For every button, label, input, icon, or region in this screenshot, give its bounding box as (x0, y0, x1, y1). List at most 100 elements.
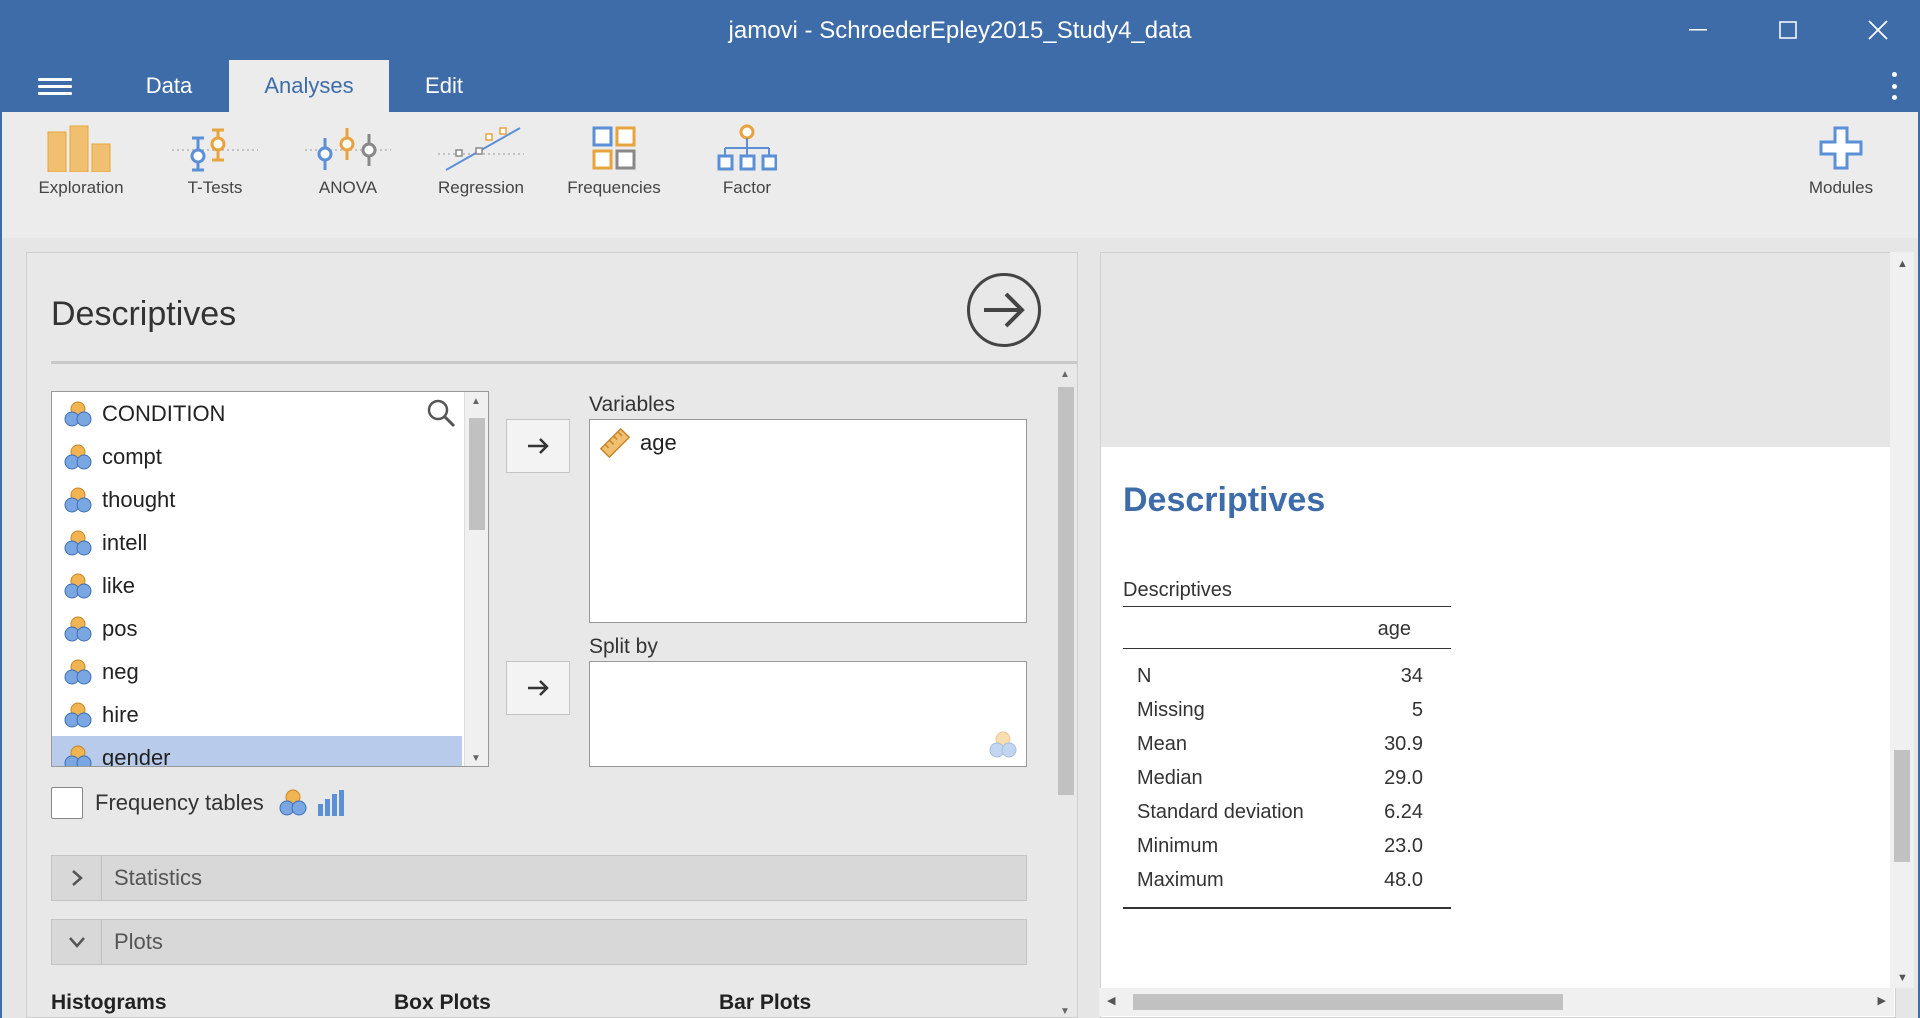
histograms-heading: Histograms (51, 991, 167, 1014)
anova-label: ANOVA (318, 178, 378, 197)
options-panel: Descriptives CONDITION compt thought int… (26, 252, 1078, 1018)
frequency-tables-label: Frequency tables (95, 790, 264, 815)
variable-name: gender (102, 744, 171, 767)
nominal-variable-icon (64, 745, 92, 766)
statistics-label: Statistics (114, 865, 203, 890)
results-heading[interactable]: Descriptives (1123, 481, 1325, 520)
header-divider (51, 361, 1077, 364)
results-horizontal-scrollbar[interactable]: ◀ ▶ (1099, 988, 1894, 1016)
row-label: Minimum (1137, 835, 1219, 857)
move-to-variables-button[interactable] (506, 419, 570, 473)
bar-plots-heading: Bar Plots (719, 991, 812, 1014)
split-by-target-box[interactable] (589, 661, 1027, 767)
table-row: N 34 (1123, 659, 1451, 693)
scrollbar-thumb[interactable] (1133, 994, 1563, 1010)
plots-section-header[interactable]: Plots (51, 919, 1027, 965)
variable-name: compt (102, 443, 162, 469)
plus-icon (1819, 126, 1863, 170)
row-label: Missing (1137, 699, 1205, 721)
close-icon (1868, 20, 1888, 40)
nominal-variable-icon (64, 616, 92, 641)
arrow-right-icon (528, 680, 549, 696)
chevron-right-icon (52, 855, 102, 901)
options-title: Descriptives (51, 295, 237, 333)
exploration-label: Exploration (38, 178, 124, 197)
scroll-down-arrow-icon[interactable]: ▼ (471, 753, 481, 764)
assigned-variable[interactable]: age (600, 428, 677, 458)
scroll-left-arrow-icon[interactable]: ◀ (1107, 994, 1115, 1007)
nominal-variable-icon (64, 401, 92, 426)
table-row: Median 29.0 (1123, 761, 1451, 795)
t-tests-icon (172, 128, 258, 172)
descriptives-table[interactable]: Descriptives age N 34 Missing 5 Mean 30.9 M… (1123, 573, 1451, 909)
scroll-up-arrow-icon[interactable]: ▲ (1060, 369, 1070, 380)
results-previous-area (1101, 253, 1895, 447)
list-item[interactable]: pos (52, 607, 462, 650)
t-tests-button[interactable]: T-Tests (150, 124, 280, 224)
statistics-section-header[interactable]: Statistics (51, 855, 1027, 901)
tab-edit[interactable]: Edit (398, 60, 490, 112)
factor-button[interactable]: Factor (682, 124, 812, 224)
scroll-right-arrow-icon[interactable]: ▶ (1878, 994, 1886, 1007)
row-label: Maximum (1137, 869, 1224, 891)
regression-button[interactable]: Regression (416, 124, 546, 224)
exploration-button[interactable]: Exploration (16, 124, 146, 224)
tab-data[interactable]: Data (118, 60, 220, 112)
variable-name: intell (102, 529, 148, 555)
nominal-variable-icon (989, 731, 1017, 758)
table-header: age (1123, 607, 1451, 649)
row-value: 29.0 (1384, 767, 1423, 789)
variable-list-scrollbar[interactable]: ▲ ▼ (464, 392, 488, 766)
modules-button[interactable]: Modules (1776, 124, 1906, 224)
scroll-down-arrow-icon[interactable]: ▼ (1060, 1006, 1070, 1017)
move-to-split-by-button[interactable] (506, 661, 570, 715)
row-label: Median (1137, 767, 1203, 789)
title-bar: jamovi - SchroederEpley2015_Study4_data (0, 0, 1920, 60)
maximize-button[interactable] (1768, 12, 1808, 48)
factor-icon (717, 124, 777, 171)
options-scrollbar[interactable]: ▲ ▼ (1055, 365, 1077, 1017)
frequency-tables-checkbox[interactable] (51, 787, 83, 819)
frequency-tables-option: Frequency tables (51, 785, 346, 821)
scrollbar-thumb[interactable] (1058, 387, 1074, 795)
hamburger-menu-icon[interactable] (38, 74, 72, 100)
nominal-variable-icon (64, 530, 92, 555)
table-body: N 34 Missing 5 Mean 30.9 Median 29.0 Standar… (1123, 649, 1451, 909)
analyses-ribbon: Exploration T-Tests ANOVA Regression Fre… (0, 112, 1920, 238)
variables-target-box[interactable]: age (589, 419, 1027, 623)
row-value: 30.9 (1384, 733, 1423, 755)
main-area: Descriptives CONDITION compt thought int… (0, 238, 1920, 1018)
column-header-age: age (1377, 618, 1411, 640)
anova-button[interactable]: ANOVA (283, 124, 413, 224)
list-item[interactable]: hire (52, 693, 462, 736)
hide-options-button[interactable] (967, 273, 1041, 347)
scrollbar-thumb[interactable] (1894, 750, 1910, 862)
variable-name: like (102, 572, 136, 598)
t-tests-label: T-Tests (187, 178, 243, 197)
list-item-selected[interactable]: gender (52, 736, 462, 767)
list-item[interactable]: CONDITION (52, 392, 462, 435)
scroll-up-arrow-icon[interactable]: ▲ (471, 396, 481, 407)
variable-name: thought (102, 486, 176, 512)
minimize-button[interactable] (1678, 12, 1718, 48)
scroll-up-arrow-icon[interactable]: ▲ (1897, 258, 1908, 270)
list-item[interactable]: intell (52, 521, 462, 564)
arrow-right-icon (528, 438, 549, 454)
row-value: 5 (1411, 699, 1423, 721)
list-item[interactable]: compt (52, 435, 462, 478)
list-item[interactable]: thought (52, 478, 462, 521)
box-plots-heading: Box Plots (394, 991, 491, 1014)
nominal-variable-icon (64, 702, 92, 727)
search-icon[interactable] (426, 398, 456, 428)
more-options-icon[interactable] (1890, 72, 1898, 100)
results-vertical-scrollbar[interactable]: ▲ ▼ (1890, 252, 1914, 988)
list-item[interactable]: like (52, 564, 462, 607)
list-item[interactable]: neg (52, 650, 462, 693)
variable-list[interactable]: CONDITION compt thought intell like pos (51, 391, 489, 767)
minimize-icon (1689, 29, 1707, 31)
tab-analyses[interactable]: Analyses (229, 60, 389, 112)
close-button[interactable] (1858, 12, 1898, 48)
scrollbar-thumb[interactable] (469, 418, 485, 530)
scroll-down-arrow-icon[interactable]: ▼ (1897, 972, 1908, 984)
frequencies-button[interactable]: Frequencies (549, 124, 679, 224)
